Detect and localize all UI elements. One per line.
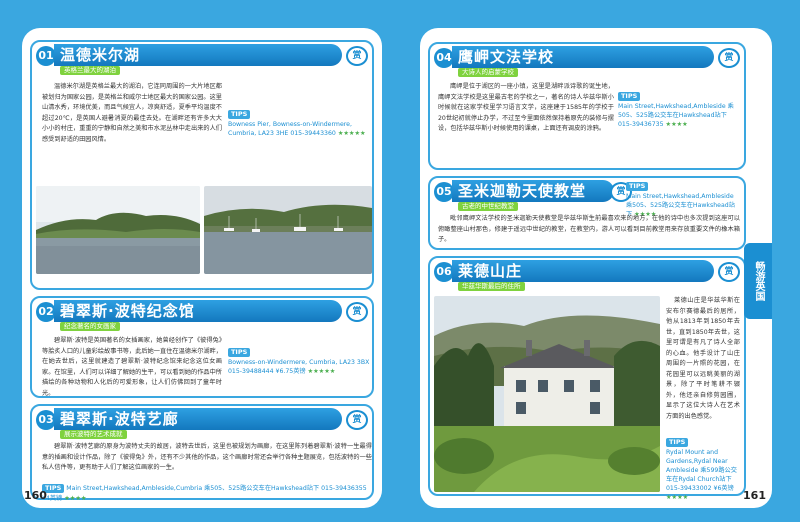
tips-box: TIPS Main Street,Hawkshead,Ambleside,Cum…	[42, 484, 372, 503]
sightseeing-badge: 赏	[718, 48, 740, 68]
rating-stars: ★★★★	[64, 495, 87, 502]
section-body: 碧翠斯·波特艺廊的原身为波特丈夫的故居，波特去世后，这里也被规划为画廊，在这里陈…	[42, 443, 372, 471]
tips-address: Main Street,Hawkshead,Ambleside,Cumbria …	[42, 485, 367, 502]
section-body: 温德米尔湖是英格兰最大的湖泊，它连同周围的一大片地区都被划归为国家公园，是英格兰…	[42, 83, 222, 143]
section-beatrix-potter-gallery: 03 碧翠斯·波特艺廊 展示波特的艺术成就 赏 碧翠斯·波特艺廊的原身为波特丈夫…	[30, 404, 374, 503]
tips-label: TIPS	[618, 92, 641, 101]
section-number: 01	[36, 46, 56, 66]
left-page: 01 温德米尔湖 英格兰最大的湖泊 赏 温德米尔湖是英格兰最大的湖泊，它连同周围…	[22, 28, 382, 508]
tips-box: TIPS Bowness Pier, Bowness-on-Windermere…	[228, 110, 376, 138]
rating-stars: ★★★★★	[307, 368, 336, 375]
rydal-mount-photo	[434, 296, 660, 492]
tips-label: TIPS	[626, 182, 649, 191]
tips-address: Bowness Pier, Bowness-on-Windermere,	[228, 121, 352, 128]
section-title: 碧翠斯·波特纪念馆	[54, 300, 342, 322]
tips-label: TIPS	[666, 438, 689, 447]
section-number: 02	[36, 302, 56, 322]
rydal-mount-house-image	[434, 296, 660, 492]
harbour-boats-image	[204, 186, 372, 274]
section-subtitle: 华兹华斯最后的住所	[458, 282, 525, 291]
section-number: 06	[434, 262, 454, 282]
section-rydal-mount: 06 莱德山庄 华兹华斯最后的住所 赏 莱德山庄是华兹华斯在安布尔赛德最后的居所…	[428, 256, 746, 501]
section-beatrix-potter-museum: 02 碧翠斯·波特纪念馆 纪念著名的女画家 赏 碧翠斯·波特是英国著名的女插画家…	[30, 296, 374, 398]
tips-phone: Cumbria, LA23 3HE 015-39443360	[228, 130, 336, 137]
rating-stars: ★★★★	[666, 494, 689, 501]
sightseeing-badge: 赏	[346, 302, 368, 322]
tips-label: TIPS	[228, 348, 251, 357]
section-subtitle: 纪念著名的女画家	[60, 322, 120, 331]
section-subtitle: 展示波特的艺术成就	[60, 430, 127, 439]
rating-stars: ★★★★★	[337, 130, 366, 137]
section-title: 莱德山庄	[452, 260, 714, 282]
tips-label: TIPS	[228, 110, 251, 119]
section-title: 碧翠斯·波特艺廊	[54, 408, 342, 430]
section-subtitle: 古老的中世纪教堂	[458, 202, 518, 211]
section-body: 鹰岬是位于湖区的一座小镇，这里是湖畔派诗歌的诞生地，鹰岬文法学校是这里最古老的学…	[438, 83, 614, 132]
section-subtitle: 大诗人的启蒙学校	[458, 68, 518, 77]
lake-photo	[36, 186, 200, 274]
section-body: 毗邻鹰岬文法学校的圣米迦勒天使教堂是华兹华斯生前最喜欢来的地方，在他的诗中也多次…	[438, 215, 740, 243]
section-body: 碧翠斯·波特是英国著名的女插画家，她曾经创作了《彼得兔》等脍炙人口的儿童彩绘故事…	[42, 337, 222, 397]
tips-box: TIPS Rydal Mount and Gardens,Rydal Near …	[666, 438, 742, 502]
section-hawkshead-grammar-school: 04 鹰岬文法学校 大诗人的启蒙学校 赏 鹰岬是位于湖区的一座小镇，这里是湖畔派…	[428, 42, 746, 170]
section-title: 鹰岬文法学校	[452, 46, 714, 68]
section-st-michael-church: 05 圣米迦勒天使教堂 古老的中世纪教堂 赏 TIPS Main Street,…	[428, 176, 746, 250]
lake-hill-image	[36, 186, 200, 274]
page-number-left: 160	[24, 489, 47, 502]
section-title: 圣米迦勒天使教堂	[452, 180, 614, 202]
page-number-right: 161	[743, 489, 766, 502]
section-windermere: 01 温德米尔湖 英格兰最大的湖泊 赏 温德米尔湖是英格兰最大的湖泊，它连同周围…	[30, 40, 374, 290]
tips-phone: 015-39433002 ¥6英镑	[666, 485, 734, 492]
tips-phone: 015-39488444 ¥6.75英镑	[228, 368, 306, 375]
section-title: 温德米尔湖	[54, 44, 342, 66]
section-number: 05	[434, 182, 454, 202]
right-page: 04 鹰岬文法学校 大诗人的启蒙学校 赏 鹰岬是位于湖区的一座小镇，这里是湖畔派…	[420, 28, 772, 508]
tips-box: TIPS Main Street,Hawkshead,Ambleside 乘50…	[618, 92, 738, 129]
sightseeing-badge: 赏	[346, 410, 368, 430]
tips-box: TIPS Bowness-on-Windermere, Cumbria, LA2…	[228, 348, 376, 376]
chapter-tab[interactable]: 畅游英国	[744, 243, 772, 319]
harbour-photo	[204, 186, 372, 274]
section-number: 04	[434, 48, 454, 68]
tips-address: Bowness-on-Windermere, Cumbria, LA23 3BX	[228, 359, 370, 366]
sightseeing-badge: 赏	[346, 46, 368, 66]
rating-stars: ★★★★	[665, 121, 688, 128]
sightseeing-badge: 赏	[718, 262, 740, 282]
section-body: 莱德山庄是华兹华斯在安布尔赛德最后的居所，他从1813年到1850年去世，直到1…	[666, 297, 740, 420]
section-subtitle: 英格兰最大的湖泊	[60, 66, 120, 75]
section-number: 03	[36, 410, 56, 430]
